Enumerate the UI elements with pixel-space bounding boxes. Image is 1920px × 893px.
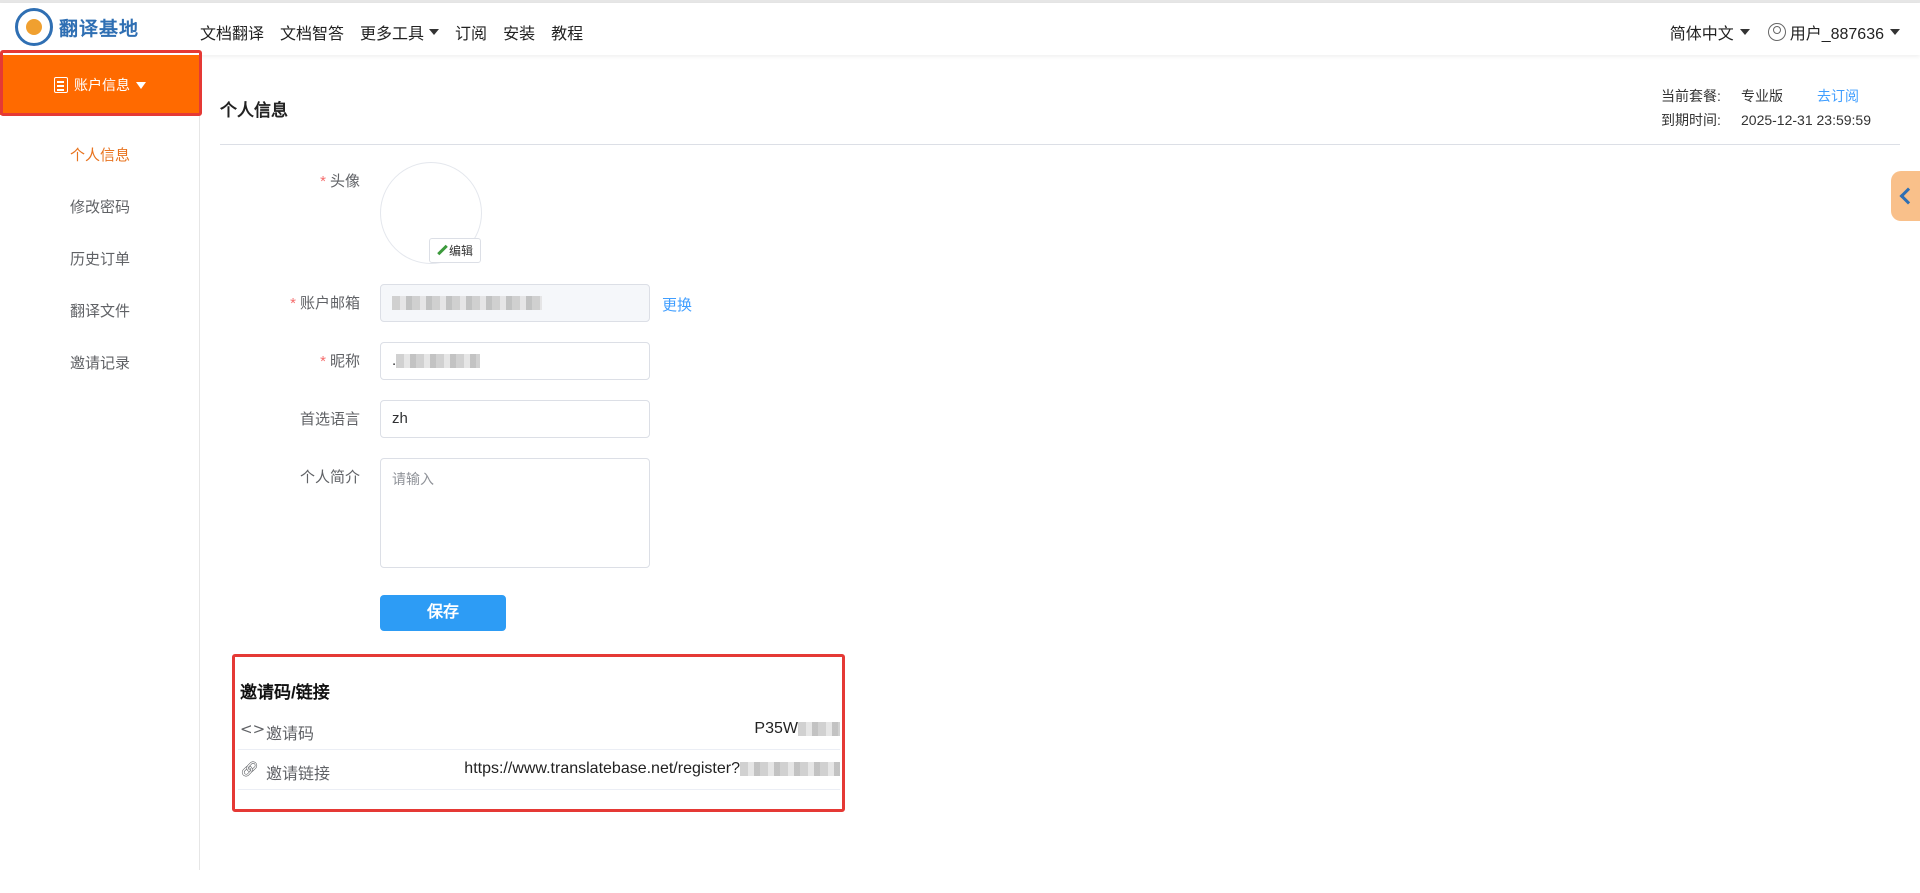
nav-item-label: 安装 [503, 26, 536, 43]
edit-avatar-button[interactable]: 编辑 [429, 238, 481, 263]
plan-value: 专业版 [1741, 88, 1783, 104]
invite-code-value[interactable]: P35W [754, 720, 840, 738]
subscribe-link[interactable]: 去订阅 [1817, 84, 1859, 108]
caret-down-icon [1890, 29, 1900, 35]
language-label: 简体中文 [1669, 26, 1734, 43]
email-label: * 账户邮箱 [220, 292, 360, 313]
invite-code-label: 邀请码 [266, 726, 315, 743]
brand-logo[interactable]: 翻译基地 [15, 8, 139, 46]
redacted-email [392, 296, 542, 311]
pencil-icon [437, 245, 448, 256]
sidebar-item-change-password[interactable]: 修改密码 [0, 182, 200, 234]
invite-link-row: 🔗︎ 邀请链接 https://www.translatebase.net/re… [238, 750, 840, 790]
nav-item-more-tools[interactable]: 更多工具 [360, 20, 440, 44]
nav-item-tutorial[interactable]: 教程 [551, 20, 583, 44]
username: 用户_887636 [1789, 26, 1884, 43]
email-label-text: 账户邮箱 [299, 295, 360, 312]
required-mark: * [320, 353, 326, 370]
user-icon [1767, 23, 1786, 41]
plan-label: 当前套餐: [1661, 88, 1721, 104]
invite-code-text: P35W [754, 720, 798, 737]
invite-link-text: https://www.translatebase.net/register? [464, 760, 740, 777]
redacted-nickname [396, 354, 481, 369]
avatar-label: * 头像 [220, 170, 360, 191]
invite-link-label: 邀请链接 [266, 766, 331, 783]
nav-item-subscribe[interactable]: 订阅 [455, 20, 487, 44]
nickname-field[interactable]: . [380, 342, 650, 380]
redacted-code [798, 721, 840, 736]
nickname-label-text: 昵称 [329, 353, 360, 370]
account-info-label: 账户信息 [74, 77, 130, 93]
user-menu[interactable]: 用户_887636 [1767, 20, 1900, 44]
nav-item-label: 订阅 [455, 26, 488, 43]
save-button[interactable]: 保存 [380, 595, 506, 631]
nav-item-doc-translate[interactable]: 文档翻译 [200, 20, 264, 44]
bio-label: 个人简介 [299, 469, 360, 486]
nav-item-label: 更多工具 [360, 26, 425, 43]
collapse-side-tab[interactable] [1891, 171, 1920, 221]
chevron-left-icon [1899, 187, 1916, 205]
nav-item-label: 文档智答 [280, 26, 345, 43]
caret-down-icon [136, 81, 146, 89]
expire-value: 2025-12-31 23:59:59 [1741, 112, 1871, 128]
sidebar-item-invite-records[interactable]: 邀请记录 [0, 338, 200, 390]
main-nav: 文档翻译 文档智答 更多工具 订阅 安装 教程 [200, 20, 583, 44]
link-icon: 🔗︎ [240, 760, 260, 778]
nav-item-label: 文档翻译 [200, 26, 265, 43]
logo-icon [15, 8, 53, 46]
sidebar-menu: 个人信息 修改密码 历史订单 翻译文件 邀请记录 [0, 130, 200, 390]
required-mark: * [320, 173, 326, 190]
nav-item-doc-qa[interactable]: 文档智答 [280, 20, 344, 44]
expire-label: 到期时间: [1661, 112, 1721, 128]
brand-name: 翻译基地 [59, 18, 140, 40]
email-field[interactable] [380, 284, 650, 322]
page-title: 个人信息 [220, 101, 288, 120]
code-icon: <> [240, 720, 266, 738]
edit-avatar-label: 编辑 [448, 244, 473, 258]
nav-item-install[interactable]: 安装 [503, 20, 535, 44]
language-label: 首选语言 [299, 411, 360, 428]
redacted-link [740, 761, 840, 776]
preferred-language-field[interactable]: zh [380, 400, 650, 438]
header-right: 简体中文 用户_887636 [1670, 20, 1900, 44]
sidebar-item-order-history[interactable]: 历史订单 [0, 234, 200, 286]
nickname-label: * 昵称 [220, 350, 360, 371]
bio-textarea[interactable]: 请输入 [380, 458, 650, 568]
avatar-label-text: 头像 [329, 173, 360, 190]
caret-down-icon [1739, 29, 1750, 35]
nav-item-label: 教程 [551, 26, 584, 43]
divider [220, 144, 1900, 145]
change-email-link[interactable]: 更换 [662, 294, 692, 315]
invite-section-title: 邀请码/链接 [240, 683, 330, 702]
caret-down-icon [429, 29, 440, 35]
sidebar: 账户信息 个人信息 修改密码 历史订单 翻译文件 邀请记录 [0, 55, 200, 870]
required-mark: * [290, 295, 296, 312]
invite-code-row: <> 邀请码 P35W [238, 710, 840, 750]
language-selector[interactable]: 简体中文 [1670, 20, 1750, 44]
plan-info: 当前套餐: 专业版 去订阅 到期时间: 2025-12-31 23:59:59 [1661, 84, 1871, 132]
account-info-button[interactable]: 账户信息 [0, 55, 200, 115]
sidebar-item-profile[interactable]: 个人信息 [0, 130, 200, 182]
invite-link-value[interactable]: https://www.translatebase.net/register? [464, 760, 840, 778]
top-header: 翻译基地 文档翻译 文档智答 更多工具 订阅 安装 教程 简体中文 用户_887… [0, 3, 1920, 55]
sidebar-item-translated-files[interactable]: 翻译文件 [0, 286, 200, 338]
document-icon [54, 77, 68, 93]
